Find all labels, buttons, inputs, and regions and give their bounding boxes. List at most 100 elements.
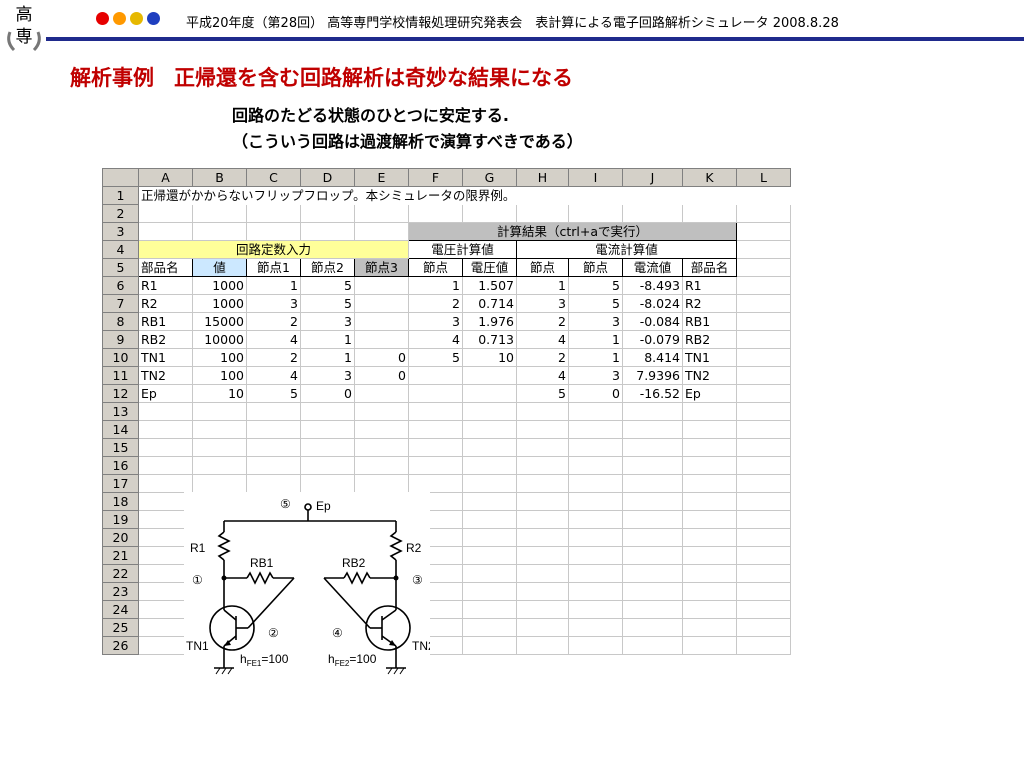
- cell[interactable]: 5: [408, 348, 463, 367]
- cell[interactable]: [736, 546, 791, 565]
- cell[interactable]: [736, 384, 791, 403]
- cell[interactable]: 2: [246, 348, 301, 367]
- cell[interactable]: [736, 456, 791, 475]
- col-header-e[interactable]: E: [354, 168, 409, 187]
- cell[interactable]: [622, 618, 683, 637]
- cell[interactable]: 1: [568, 330, 623, 349]
- cell[interactable]: [246, 402, 301, 421]
- cell[interactable]: [192, 204, 247, 223]
- cell[interactable]: [622, 528, 683, 547]
- cell[interactable]: [408, 456, 463, 475]
- cell[interactable]: [682, 546, 737, 565]
- cell[interactable]: [462, 510, 517, 529]
- row-header[interactable]: 11: [102, 366, 139, 385]
- row-header[interactable]: 12: [102, 384, 139, 403]
- cell[interactable]: TN1: [682, 348, 737, 367]
- cell[interactable]: -8.024: [622, 294, 683, 313]
- cell[interactable]: [246, 222, 301, 241]
- cell[interactable]: [354, 438, 409, 457]
- col-header-j[interactable]: J: [622, 168, 683, 187]
- cell[interactable]: [516, 474, 569, 493]
- row-header[interactable]: 13: [102, 402, 139, 421]
- cell[interactable]: [246, 420, 301, 439]
- cell[interactable]: [736, 276, 791, 295]
- cell[interactable]: [408, 384, 463, 403]
- cell[interactable]: [246, 456, 301, 475]
- cell[interactable]: 0: [354, 348, 409, 367]
- cell[interactable]: Ep: [138, 384, 193, 403]
- cell[interactable]: 5: [300, 276, 355, 295]
- cell[interactable]: [568, 582, 623, 601]
- cell[interactable]: [516, 618, 569, 637]
- cell[interactable]: 2: [408, 294, 463, 313]
- cell[interactable]: [516, 438, 569, 457]
- cell[interactable]: RB1: [138, 312, 193, 331]
- cell[interactable]: [736, 402, 791, 421]
- cell[interactable]: 10000: [192, 330, 247, 349]
- col-label-node2[interactable]: 節点2: [300, 258, 355, 277]
- cell[interactable]: [462, 402, 517, 421]
- col-header-d[interactable]: D: [300, 168, 355, 187]
- cell[interactable]: [138, 204, 193, 223]
- cell[interactable]: [736, 222, 791, 241]
- cell[interactable]: 3: [516, 294, 569, 313]
- cell[interactable]: 1: [568, 348, 623, 367]
- cell[interactable]: RB2: [138, 330, 193, 349]
- cell[interactable]: RB2: [682, 330, 737, 349]
- col-header-g[interactable]: G: [462, 168, 517, 187]
- cell[interactable]: [622, 204, 683, 223]
- cell[interactable]: [622, 582, 683, 601]
- cell[interactable]: R1: [682, 276, 737, 295]
- cell[interactable]: -8.493: [622, 276, 683, 295]
- cell[interactable]: [622, 492, 683, 511]
- row-header[interactable]: 15: [102, 438, 139, 457]
- row-header[interactable]: 20: [102, 528, 139, 547]
- col-label-i-node-b[interactable]: 節点: [568, 258, 623, 277]
- cell[interactable]: [138, 402, 193, 421]
- cell[interactable]: 1.507: [462, 276, 517, 295]
- cell[interactable]: [300, 438, 355, 457]
- col-label-part[interactable]: 部品名: [138, 258, 193, 277]
- cell[interactable]: 15000: [192, 312, 247, 331]
- cell[interactable]: [246, 204, 301, 223]
- cell[interactable]: [354, 222, 409, 241]
- cell[interactable]: 3: [568, 366, 623, 385]
- cell[interactable]: [408, 420, 463, 439]
- cell[interactable]: [408, 474, 463, 493]
- cell[interactable]: [462, 474, 517, 493]
- cell[interactable]: [462, 384, 517, 403]
- cell[interactable]: [568, 456, 623, 475]
- cell[interactable]: [736, 312, 791, 331]
- cell[interactable]: [462, 582, 517, 601]
- cell[interactable]: [462, 366, 517, 385]
- cell[interactable]: [736, 528, 791, 547]
- cell[interactable]: [622, 546, 683, 565]
- cell[interactable]: 100: [192, 366, 247, 385]
- col-header-a[interactable]: A: [138, 168, 193, 187]
- cell[interactable]: [462, 438, 517, 457]
- cell[interactable]: 1: [408, 276, 463, 295]
- cell[interactable]: 2: [516, 348, 569, 367]
- select-all-corner[interactable]: [102, 168, 139, 187]
- cell[interactable]: [682, 492, 737, 511]
- cell[interactable]: [736, 564, 791, 583]
- cell[interactable]: [462, 456, 517, 475]
- cell[interactable]: [682, 474, 737, 493]
- cell[interactable]: 1: [300, 348, 355, 367]
- cell[interactable]: [354, 420, 409, 439]
- cell[interactable]: [462, 600, 517, 619]
- cell[interactable]: [516, 420, 569, 439]
- input-header-cell[interactable]: 回路定数入力: [138, 240, 409, 259]
- row-header[interactable]: 26: [102, 636, 139, 655]
- row-header[interactable]: 22: [102, 564, 139, 583]
- cell[interactable]: [736, 420, 791, 439]
- row-header[interactable]: 4: [102, 240, 139, 259]
- cell[interactable]: [736, 510, 791, 529]
- cell[interactable]: [516, 402, 569, 421]
- cell[interactable]: [568, 564, 623, 583]
- cell[interactable]: 3: [300, 312, 355, 331]
- cell[interactable]: [622, 474, 683, 493]
- cell[interactable]: [568, 438, 623, 457]
- cell[interactable]: 1000: [192, 276, 247, 295]
- cell[interactable]: RB1: [682, 312, 737, 331]
